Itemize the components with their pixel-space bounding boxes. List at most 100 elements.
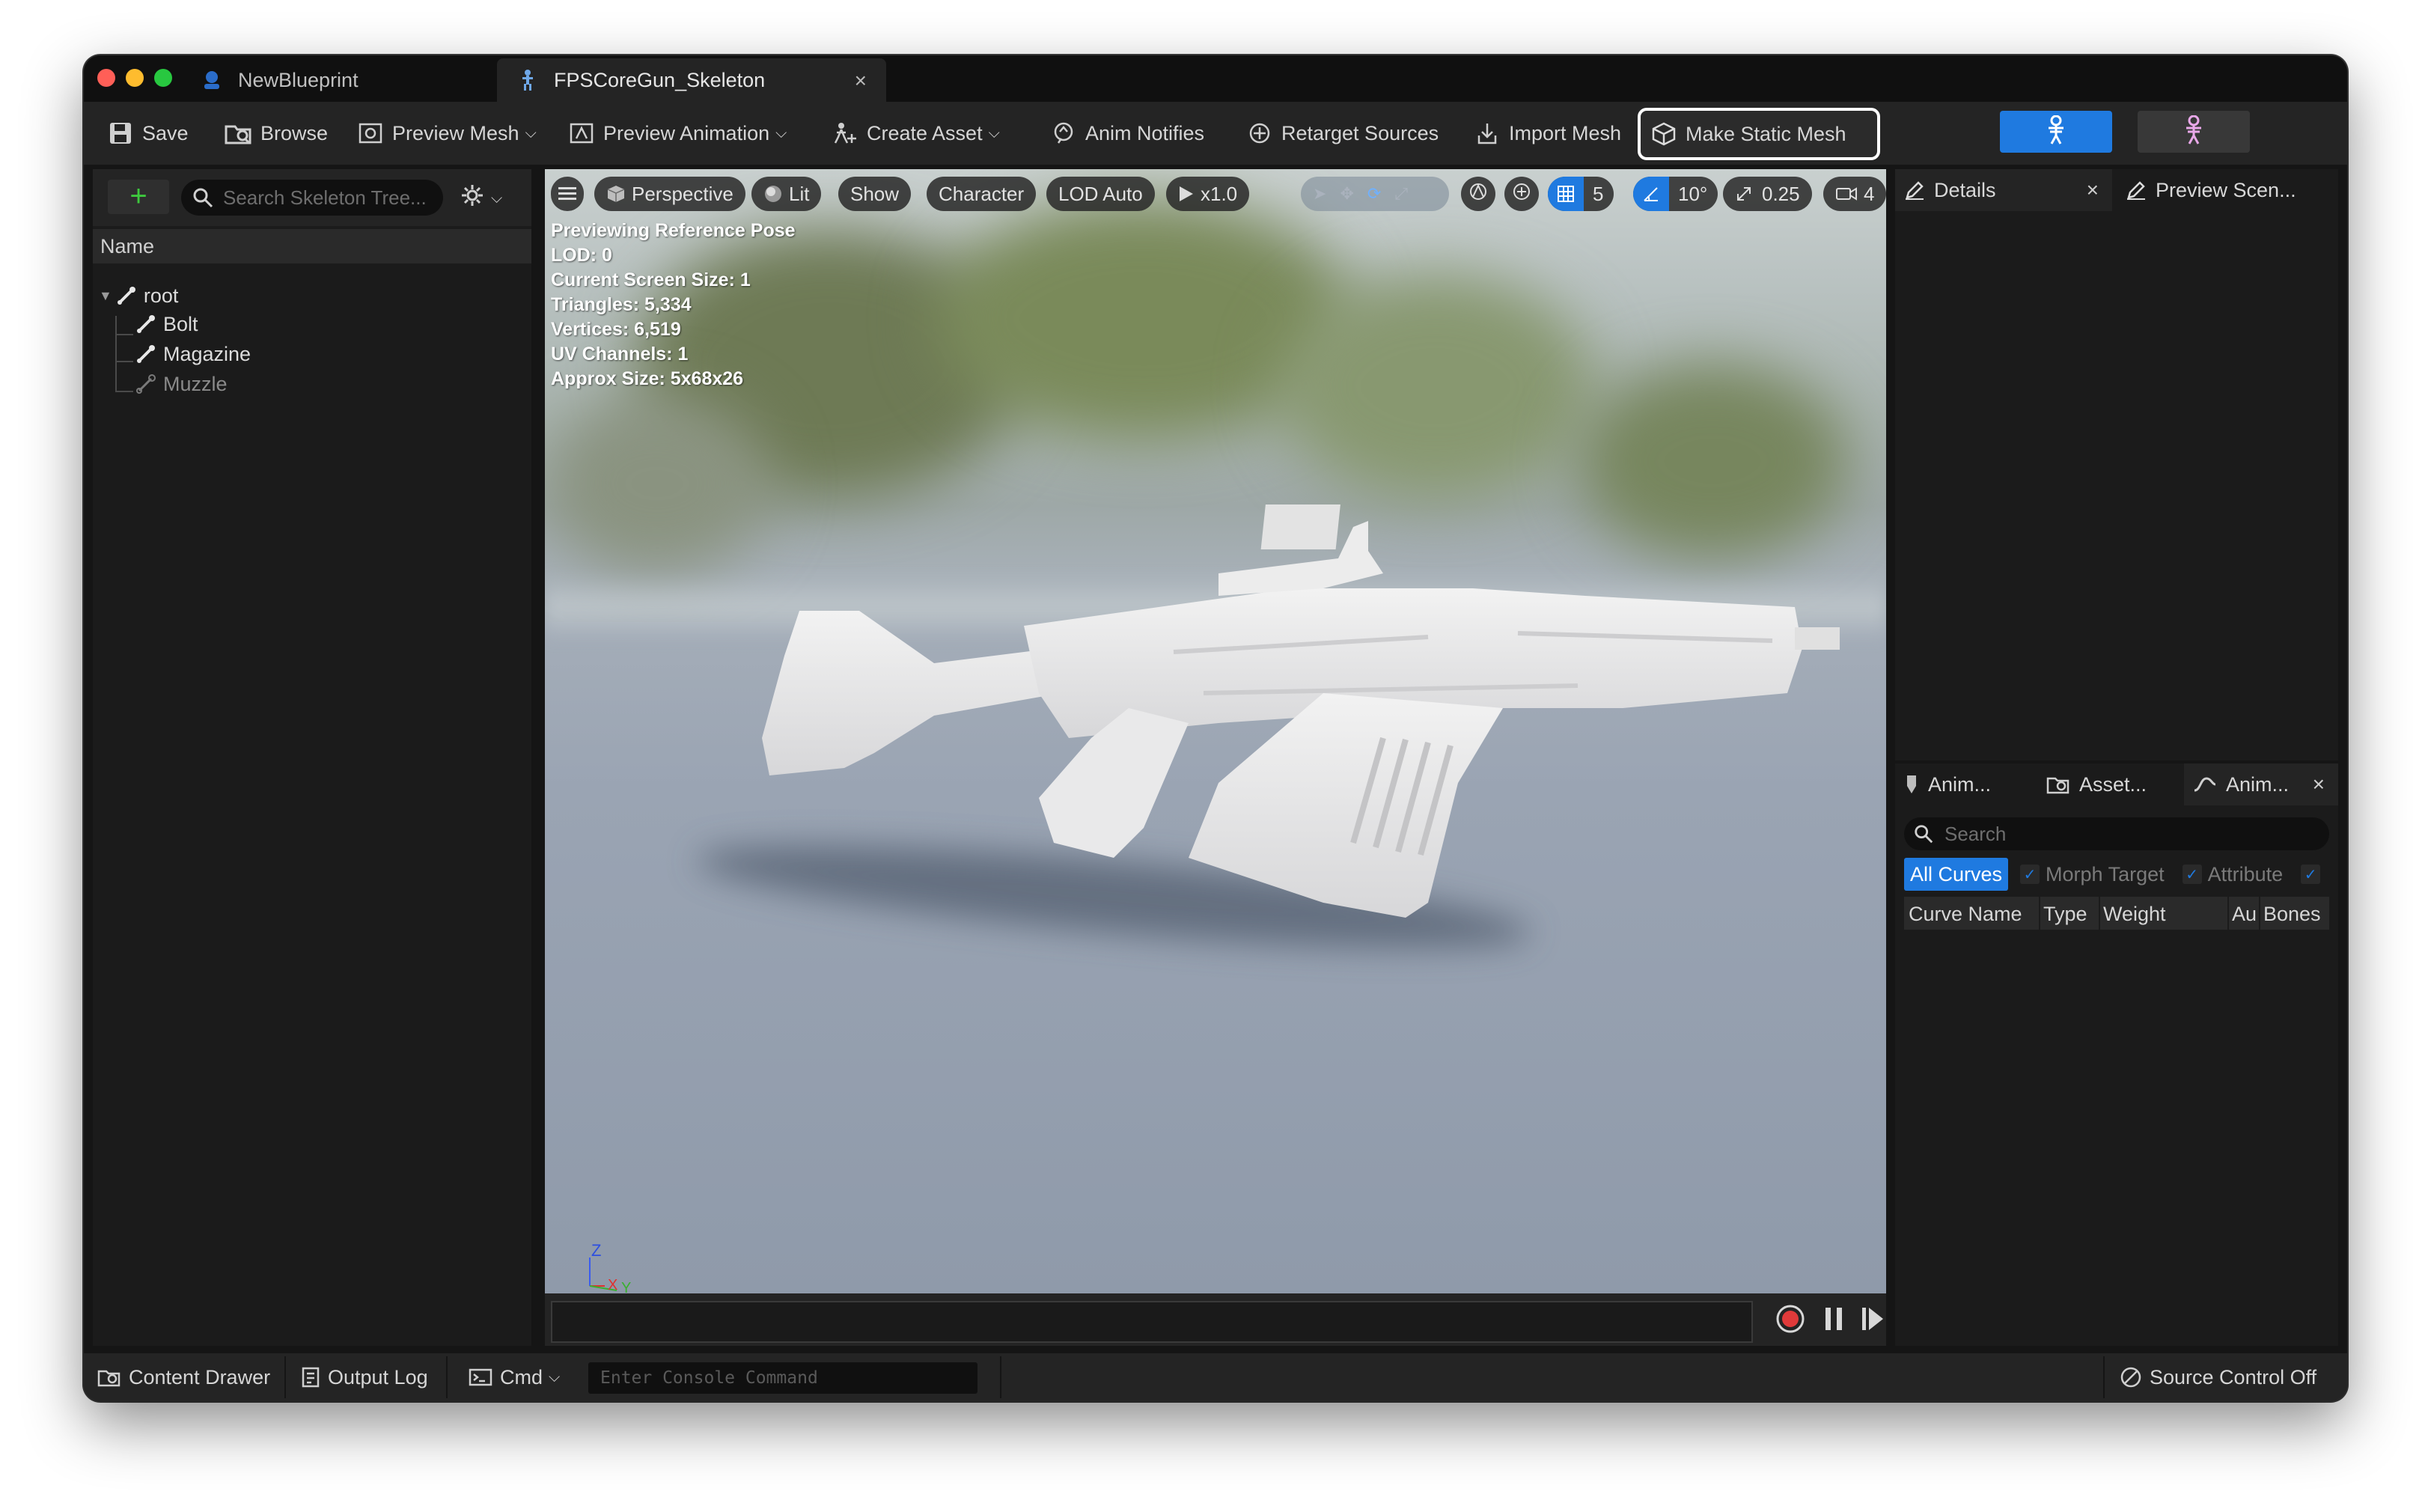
tree-guide (115, 391, 133, 392)
record-button[interactable] (1774, 1304, 1807, 1337)
tree-row-bolt[interactable]: Bolt (135, 310, 198, 338)
angle-icon[interactable] (1633, 177, 1669, 211)
terminal-icon (469, 1368, 492, 1387)
column-bones[interactable]: Bones (2263, 903, 2321, 926)
tree-settings-button[interactable]: ⌵ (460, 183, 502, 214)
move-tool-icon[interactable]: ✥ (1340, 184, 1353, 204)
skeleton-search-input[interactable]: Search Skeleton Tree... (181, 180, 443, 216)
morph-target-checkbox[interactable]: ✓ (2020, 865, 2040, 884)
add-socket-button[interactable]: + (108, 180, 169, 214)
window-close-button[interactable] (97, 69, 115, 87)
tree-guide (115, 316, 117, 391)
gun-sight-top (1260, 504, 1340, 549)
world-local-toggle[interactable] (1461, 177, 1495, 211)
create-asset-dropdown[interactable]: Create Asset ⌵ (822, 111, 1009, 156)
close-icon[interactable]: × (2087, 178, 2099, 202)
physics-mode-icon (2180, 115, 2207, 149)
curves-search-input[interactable]: Search (1904, 817, 2329, 850)
tab-details[interactable]: Details × (1895, 169, 2112, 211)
tree-row-magazine[interactable]: Magazine (135, 340, 251, 368)
extra-filter-checkbox[interactable]: ✓ (2301, 865, 2321, 884)
anim-notifies-button[interactable]: Anim Notifies (1040, 111, 1213, 156)
window-minimize-button[interactable] (126, 69, 144, 87)
lit-dropdown[interactable]: Lit (751, 177, 822, 211)
show-dropdown[interactable]: Show (838, 177, 912, 211)
tab-anim-slot[interactable]: Anim... (1895, 763, 2037, 805)
source-control-button[interactable]: Source Control Off (2120, 1359, 2316, 1395)
tab-skeleton[interactable]: FPSCoreGun_Skeleton × (497, 58, 886, 102)
output-log-button[interactable]: Output Log (301, 1359, 428, 1395)
preview-viewport[interactable]: Perspective Lit Show Character LOD Auto (545, 169, 1886, 1293)
column-auto[interactable]: Au (2232, 903, 2257, 926)
camera-speed-control[interactable]: 4 (1823, 177, 1886, 211)
browse-button[interactable]: Browse (216, 111, 337, 156)
pause-icon (1823, 1306, 1845, 1335)
scale-tool-icon[interactable]: ⤢ (1394, 184, 1408, 204)
cmd-label: Cmd (500, 1365, 543, 1388)
axis-gizmo: Z X Y (582, 1241, 642, 1293)
perspective-dropdown[interactable]: Perspective (594, 177, 745, 211)
close-icon[interactable]: × (855, 69, 867, 93)
select-tool-icon[interactable]: ➤ (1313, 184, 1326, 204)
tab-anim-curves[interactable]: Anim... × (2184, 763, 2338, 805)
save-button[interactable]: Save (97, 111, 198, 156)
grid-icon[interactable] (1548, 177, 1584, 211)
column-divider[interactable] (2259, 897, 2260, 930)
import-mesh-button[interactable]: Import Mesh (1464, 111, 1630, 156)
chevron-down-icon: ⌵ (988, 124, 1000, 141)
tree-row-root[interactable]: ▼ root (99, 281, 178, 310)
step-forward-button[interactable] (1856, 1304, 1889, 1337)
show-label: Show (850, 182, 900, 205)
pause-button[interactable] (1817, 1304, 1850, 1337)
tab-label: NewBlueprint (238, 68, 359, 91)
character-dropdown[interactable]: Character (927, 177, 1037, 211)
tab-asset-browser[interactable]: Asset... (2037, 763, 2184, 805)
tab-preview-scene[interactable]: Preview Scen... (2117, 169, 2338, 211)
play-rate-dropdown[interactable]: x1.0 (1166, 177, 1250, 211)
import-icon (1473, 119, 1501, 147)
viewport-stats: Previewing Reference Pose LOD: 0 Current… (551, 219, 796, 391)
retarget-sources-button[interactable]: Retarget Sources (1236, 111, 1448, 156)
transform-tools[interactable]: ➤ ✥ ⟳ ⤢ (1301, 177, 1449, 211)
column-divider[interactable] (2039, 897, 2040, 930)
grid-snap-control[interactable]: 5 (1548, 177, 1614, 211)
rotation-snap-control[interactable]: 10° (1633, 177, 1718, 211)
console-command-input[interactable]: Enter Console Command (588, 1362, 977, 1394)
lod-label: LOD Auto (1058, 182, 1143, 205)
timeline-scrubber[interactable] (551, 1301, 1753, 1343)
divider (284, 1356, 286, 1398)
rotate-tool-icon[interactable]: ⟳ (1367, 184, 1381, 204)
filter-all-curves[interactable]: All Curves (1904, 858, 2009, 891)
skeleton-mode-button[interactable] (2000, 111, 2112, 153)
content-drawer-button[interactable]: Content Drawer (97, 1359, 270, 1395)
column-type[interactable]: Type (2043, 903, 2087, 926)
make-static-mesh-button[interactable]: Make Static Mesh (1638, 108, 1880, 160)
name-column-header[interactable]: Name (93, 229, 531, 263)
close-icon[interactable]: × (2313, 772, 2325, 796)
expand-arrow-icon[interactable]: ▼ (99, 288, 112, 304)
chevron-down-icon: ⌵ (549, 1368, 561, 1386)
search-placeholder: Search Skeleton Tree... (223, 186, 427, 209)
column-curve-name[interactable]: Curve Name (1909, 903, 2022, 926)
cmd-dropdown[interactable]: Cmd ⌵ (469, 1359, 560, 1395)
surface-snap-toggle[interactable] (1504, 177, 1539, 211)
window-maximize-button[interactable] (154, 69, 172, 87)
lod-dropdown[interactable]: LOD Auto (1046, 177, 1155, 211)
column-divider[interactable] (2099, 897, 2100, 930)
tab-label: FPSCoreGun_Skeleton (554, 68, 766, 91)
gun-grip (1039, 708, 1189, 858)
preview-mesh-dropdown[interactable]: Preview Mesh ⌵ (347, 111, 546, 156)
attribute-checkbox[interactable]: ✓ (2182, 865, 2202, 884)
tree-row-muzzle[interactable]: Muzzle (135, 370, 228, 398)
skeleton-icon (515, 67, 540, 93)
mesh-icon (356, 119, 385, 147)
physics-mode-button[interactable] (2138, 111, 2250, 153)
column-divider[interactable] (2227, 897, 2229, 930)
scale-snap-control[interactable]: 0.25 (1723, 177, 1812, 211)
browse-label: Browse (260, 121, 329, 144)
preview-mesh-label: Preview Mesh (392, 121, 519, 144)
source-control-off-icon (2120, 1366, 2142, 1388)
column-weight[interactable]: Weight (2103, 903, 2166, 926)
viewport-menu-button[interactable] (551, 177, 584, 211)
preview-animation-dropdown[interactable]: Preview Animation ⌵ (558, 111, 796, 156)
